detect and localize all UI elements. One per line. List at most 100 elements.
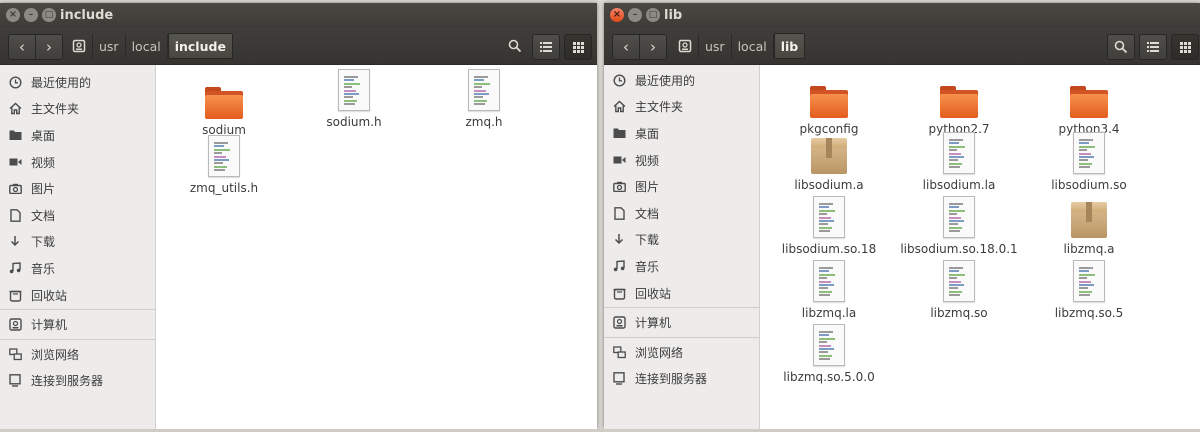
path-segment-usr[interactable]: usr	[699, 34, 732, 58]
archive-icon	[811, 138, 847, 174]
folder-icon	[810, 86, 848, 118]
list-view-icon	[540, 42, 552, 52]
file-item[interactable]: libzmq.so.5	[1024, 260, 1154, 320]
file-name: libzmq.la	[801, 306, 857, 320]
file-name: libzmq.so.5	[1054, 306, 1124, 320]
sidebar-item-label: 连接到服务器	[31, 374, 104, 389]
forward-button[interactable]: ›	[35, 35, 62, 59]
document-icon	[8, 208, 22, 222]
sidebar-item-downloads[interactable]: 下载	[604, 227, 759, 254]
path-root-button[interactable]	[66, 34, 93, 58]
minimize-window-icon[interactable]: –	[24, 8, 38, 22]
file-item[interactable]: libzmq.so	[894, 260, 1024, 320]
close-window-icon[interactable]: ×	[6, 8, 20, 22]
sidebar-item-label: 最近使用的	[635, 73, 696, 88]
file-item[interactable]: sodium	[159, 79, 289, 137]
grid-view-button[interactable]	[564, 34, 592, 60]
file-item[interactable]: libsodium.so.18	[764, 196, 894, 256]
sidebar-item-recent[interactable]: 最近使用的	[604, 67, 759, 94]
sidebar-item-pictures[interactable]: 图片	[0, 175, 155, 202]
sidebar-item-home[interactable]: 主文件夹	[604, 94, 759, 121]
list-view-button[interactable]	[532, 34, 560, 60]
chevron-left-icon: ‹	[19, 38, 25, 56]
file-item[interactable]: python2.7	[894, 78, 1024, 136]
path-segment-local[interactable]: local	[732, 34, 774, 58]
sidebar-item-label: 下载	[31, 235, 56, 250]
clock-icon	[8, 75, 22, 89]
sidebar-item-desktop[interactable]: 桌面	[604, 120, 759, 147]
drive-icon	[612, 316, 626, 330]
list-view-icon	[1147, 42, 1159, 52]
sidebar-item-home[interactable]: 主文件夹	[0, 96, 155, 123]
sidebar-item-documents[interactable]: 文档	[0, 202, 155, 229]
file-item[interactable]: libzmq.so.5.0.0	[764, 324, 894, 384]
file-manager-window-include: × – □ include ‹ › usr local include 最近使用…	[0, 3, 597, 429]
sidebar-item-music[interactable]: 音乐	[604, 253, 759, 280]
network-icon	[612, 345, 626, 359]
server-icon	[612, 372, 626, 386]
network-icon	[8, 347, 22, 361]
sidebar-item-trash[interactable]: 回收站	[0, 282, 155, 309]
sidebar-item-browse-network[interactable]: 浏览网络	[604, 339, 759, 366]
sidebar-item-recent[interactable]: 最近使用的	[0, 69, 155, 96]
search-button[interactable]	[1107, 34, 1135, 60]
trash-icon	[612, 286, 626, 300]
sidebar-item-music[interactable]: 音乐	[0, 255, 155, 282]
chevron-right-icon: ›	[650, 38, 656, 56]
file-item[interactable]: libsodium.a	[764, 134, 894, 192]
sidebar-item-label: 图片	[635, 180, 660, 195]
sidebar-item-trash[interactable]: 回收站	[604, 280, 759, 307]
grid-view-icon	[1179, 41, 1191, 53]
maximize-window-icon[interactable]: □	[646, 8, 660, 22]
file-item[interactable]: python3.4	[1024, 78, 1154, 136]
minimize-window-icon[interactable]: –	[628, 8, 642, 22]
file-item[interactable]: pkgconfig	[764, 78, 894, 136]
sidebar-item-label: 桌面	[635, 126, 660, 141]
forward-button[interactable]: ›	[639, 35, 666, 59]
close-window-icon[interactable]: ×	[610, 8, 624, 22]
video-icon	[8, 155, 22, 169]
file-item[interactable]: libzmq.a	[1024, 198, 1154, 256]
file-name: sodium.h	[326, 115, 382, 129]
path-segment-local[interactable]: local	[126, 34, 168, 58]
sidebar-item-videos[interactable]: 视频	[0, 149, 155, 176]
file-item[interactable]: zmq.h	[419, 69, 549, 129]
sidebar-item-connect-server[interactable]: 连接到服务器	[0, 368, 155, 395]
file-name: libsodium.so.18.0.1	[900, 242, 1018, 256]
search-icon	[508, 39, 522, 53]
path-root-button[interactable]	[672, 34, 699, 58]
sidebar-item-label: 图片	[31, 182, 56, 197]
breadcrumb: usr local include	[66, 33, 233, 59]
back-button[interactable]: ‹	[9, 35, 35, 59]
sidebar-item-pictures[interactable]: 图片	[604, 173, 759, 200]
text-file-icon	[208, 135, 240, 177]
sidebar-item-documents[interactable]: 文档	[604, 200, 759, 227]
file-item[interactable]: zmq_utils.h	[159, 135, 289, 195]
file-item[interactable]: libsodium.la	[894, 132, 1024, 192]
file-name: libzmq.so.5.0.0	[783, 370, 875, 384]
sidebar-item-videos[interactable]: 视频	[604, 147, 759, 174]
sidebar-item-computer[interactable]: 计算机	[0, 311, 155, 338]
grid-view-button[interactable]	[1171, 34, 1199, 60]
maximize-window-icon[interactable]: □	[42, 8, 56, 22]
file-item[interactable]: libsodium.so	[1024, 132, 1154, 192]
sidebar-item-computer[interactable]: 计算机	[604, 309, 759, 336]
file-item[interactable]: libzmq.la	[764, 260, 894, 320]
sidebar-divider	[604, 307, 759, 309]
file-manager-window-lib: × – □ lib ‹ › usr local lib 最近使用的 主文件夹 桌…	[604, 3, 1200, 429]
path-segment-lib[interactable]: lib	[773, 33, 806, 59]
sidebar-item-browse-network[interactable]: 浏览网络	[0, 341, 155, 368]
sidebar-item-downloads[interactable]: 下载	[0, 229, 155, 256]
sidebar-item-label: 音乐	[31, 261, 56, 276]
sidebar-item-connect-server[interactable]: 连接到服务器	[604, 366, 759, 393]
sidebar-item-desktop[interactable]: 桌面	[0, 122, 155, 149]
file-item[interactable]: sodium.h	[289, 69, 419, 129]
path-segment-usr[interactable]: usr	[93, 34, 126, 58]
file-item[interactable]: libsodium.so.18.0.1	[894, 196, 1024, 256]
text-file-icon	[1073, 260, 1105, 302]
home-icon	[8, 102, 22, 116]
back-button[interactable]: ‹	[613, 35, 639, 59]
list-view-button[interactable]	[1139, 34, 1167, 60]
path-segment-include[interactable]: include	[167, 33, 233, 59]
search-button[interactable]	[502, 34, 528, 58]
